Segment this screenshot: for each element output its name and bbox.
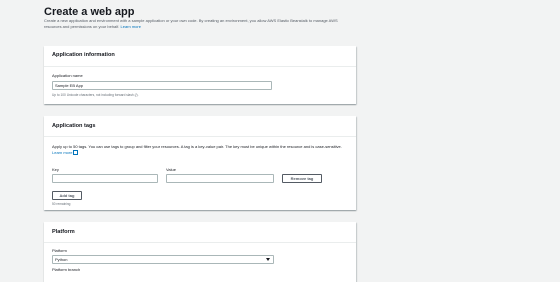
- learn-more-link[interactable]: Learn more: [121, 24, 141, 29]
- caret-down-icon: [266, 258, 270, 261]
- application-name-input[interactable]: [52, 81, 272, 90]
- platform-label: Platform: [52, 248, 67, 253]
- application-name-label: Application name: [52, 73, 83, 78]
- external-link-icon: [73, 150, 79, 156]
- platform-select[interactable]: Python: [52, 255, 274, 264]
- tags-description: Apply up to 50 tags. You can use tags to…: [52, 144, 352, 156]
- page-description: Create a new application and environment…: [44, 18, 356, 29]
- tags-description-text: Apply up to 50 tags. You can use tags to…: [52, 144, 342, 149]
- tag-key-input[interactable]: [52, 174, 158, 183]
- tags-learn-more-label: Learn more: [52, 150, 73, 155]
- page-description-text: Create a new application and environment…: [44, 18, 338, 29]
- tag-key-label: Key: [52, 167, 59, 172]
- tag-value-label: Value: [166, 167, 176, 172]
- panel-header: Application information: [44, 46, 356, 67]
- platform-branch-label: Platform branch: [52, 267, 81, 272]
- panel-title: Application tags: [52, 123, 96, 129]
- add-tag-button[interactable]: Add tag: [52, 191, 82, 200]
- remove-tag-button[interactable]: Remove tag: [282, 174, 322, 183]
- panel-title: Application information: [52, 52, 115, 58]
- tags-remaining: 50 remaining: [52, 202, 71, 206]
- page-title: Create a web app: [44, 6, 135, 18]
- panel-header: Platform: [44, 222, 356, 243]
- application-name-hint: Up to 100 Unicode characters, not includ…: [52, 93, 139, 97]
- application-tags-panel: Application tags Apply up to 50 tags. Yo…: [44, 116, 356, 210]
- panel-header: Application tags: [44, 116, 356, 137]
- platform-panel: Platform Platform Python Platform branch: [44, 222, 356, 282]
- tags-learn-more-link[interactable]: Learn more: [52, 150, 79, 156]
- platform-select-value: Python: [55, 257, 68, 262]
- tag-value-input[interactable]: [166, 174, 274, 183]
- application-information-panel: Application information Application name…: [44, 46, 356, 104]
- create-web-app-page: Create a web app Create a new applicatio…: [44, 0, 356, 282]
- panel-title: Platform: [52, 229, 75, 235]
